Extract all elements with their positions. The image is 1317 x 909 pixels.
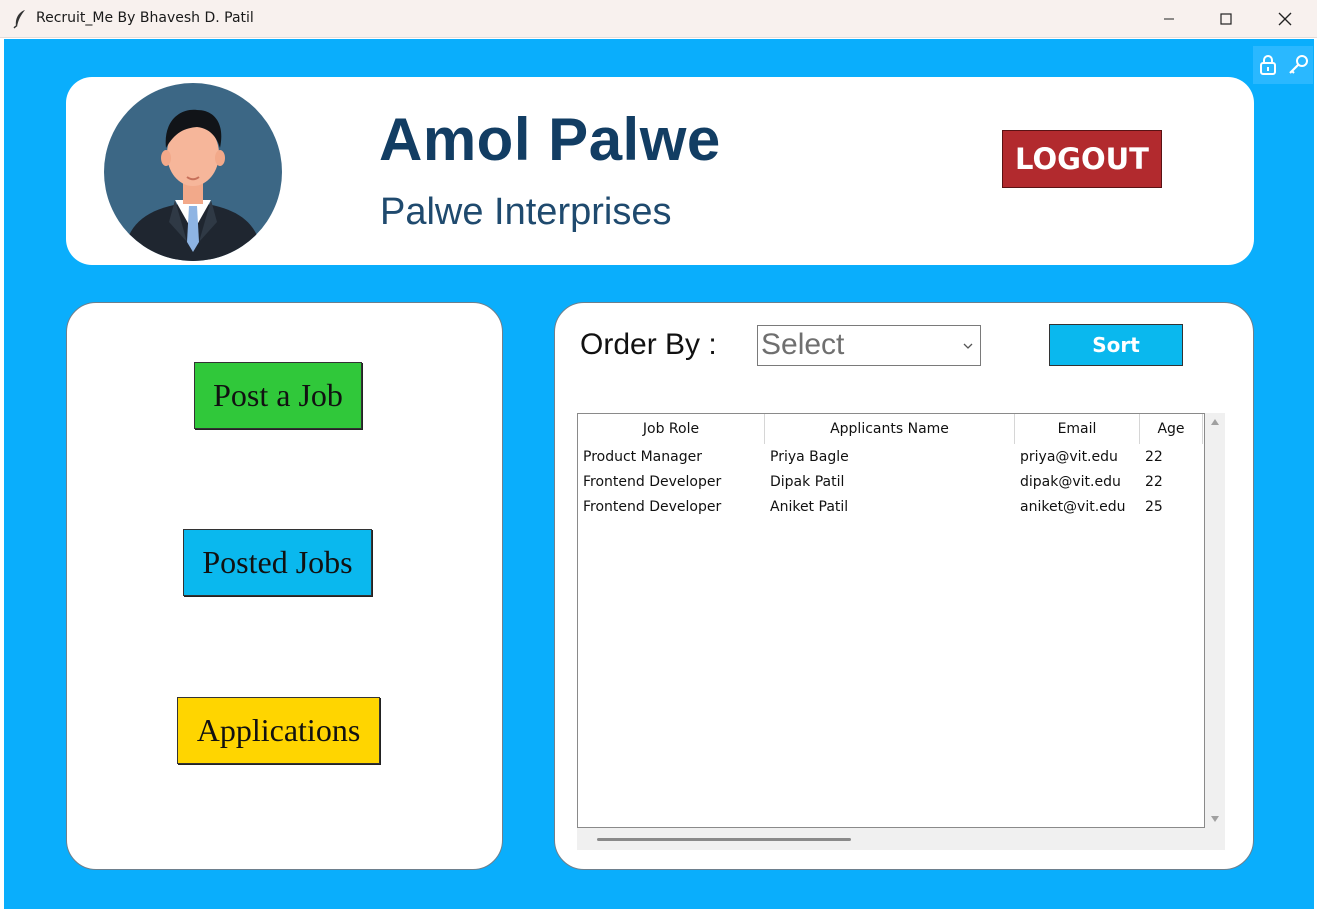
cell-applicant-name: Dipak Patil [770, 473, 845, 490]
maximize-icon [1220, 13, 1232, 25]
maximize-button[interactable] [1197, 0, 1255, 38]
cell-age: 22 [1145, 448, 1163, 465]
feather-icon [13, 10, 25, 29]
column-header-job-role[interactable]: Job Role [578, 414, 765, 444]
cell-email: aniket@vit.edu [1020, 498, 1126, 515]
vertical-scrollbar[interactable] [1205, 413, 1225, 828]
horizontal-scroll-thumb[interactable] [597, 838, 851, 841]
window-title-bar: Recruit_Me By Bhavesh D. Patil [0, 0, 1317, 38]
cell-job-role: Product Manager [583, 448, 702, 465]
cell-age: 22 [1145, 473, 1163, 490]
cell-email: dipak@vit.edu [1020, 473, 1121, 490]
chevron-down-icon [963, 343, 973, 349]
order-by-select[interactable]: Select [757, 325, 981, 366]
order-by-select-value: Select [761, 328, 845, 361]
minimize-button[interactable] [1140, 0, 1198, 38]
horizontal-scrollbar[interactable] [577, 828, 1225, 850]
table-header: Job Role Applicants Name Email Age [578, 414, 1204, 444]
table-body: Product Manager Priya Bagle priya@vit.ed… [578, 444, 1204, 519]
scroll-up-arrow-icon[interactable] [1210, 418, 1220, 426]
column-header-email[interactable]: Email [1015, 414, 1140, 444]
scroll-down-arrow-icon[interactable] [1210, 815, 1220, 823]
applications-button[interactable]: Applications [177, 697, 380, 764]
table-row[interactable]: Frontend Developer Dipak Patil dipak@vit… [578, 469, 1204, 494]
sort-button[interactable]: Sort [1049, 324, 1183, 366]
key-icon[interactable] [1287, 54, 1309, 76]
order-by-label: Order By : [580, 328, 717, 361]
cell-applicant-name: Priya Bagle [770, 448, 849, 465]
profile-header: Amol Palwe Palwe Interprises LOGOUT [66, 77, 1254, 265]
corner-toolbar [1253, 46, 1313, 84]
navigation-panel: Post a Job Posted Jobs Applications [66, 302, 503, 870]
cell-email: priya@vit.edu [1020, 448, 1118, 465]
column-header-applicant-name[interactable]: Applicants Name [765, 414, 1015, 444]
minimize-icon [1164, 18, 1174, 20]
app-background: Amol Palwe Palwe Interprises LOGOUT Post… [4, 39, 1314, 909]
avatar [104, 83, 282, 261]
window-title: Recruit_Me By Bhavesh D. Patil [36, 10, 254, 26]
cell-job-role: Frontend Developer [583, 498, 722, 515]
applicants-table: Job Role Applicants Name Email Age Produ… [577, 413, 1205, 828]
cell-job-role: Frontend Developer [583, 473, 722, 490]
close-icon [1278, 12, 1292, 26]
posted-jobs-button[interactable]: Posted Jobs [183, 529, 372, 596]
cell-age: 25 [1145, 498, 1163, 515]
lock-icon[interactable] [1258, 54, 1278, 76]
table-row[interactable]: Product Manager Priya Bagle priya@vit.ed… [578, 444, 1204, 469]
close-button[interactable] [1256, 0, 1314, 38]
user-name: Amol Palwe [379, 106, 721, 173]
company-name: Palwe Interprises [380, 191, 672, 233]
table-row[interactable]: Frontend Developer Aniket Patil aniket@v… [578, 494, 1204, 519]
cell-applicant-name: Aniket Patil [770, 498, 849, 515]
applications-panel: Order By : Select Sort Job Role Applican… [554, 302, 1254, 870]
column-header-age[interactable]: Age [1140, 414, 1203, 444]
logout-button[interactable]: LOGOUT [1002, 130, 1162, 188]
post-job-button[interactable]: Post a Job [194, 362, 362, 429]
